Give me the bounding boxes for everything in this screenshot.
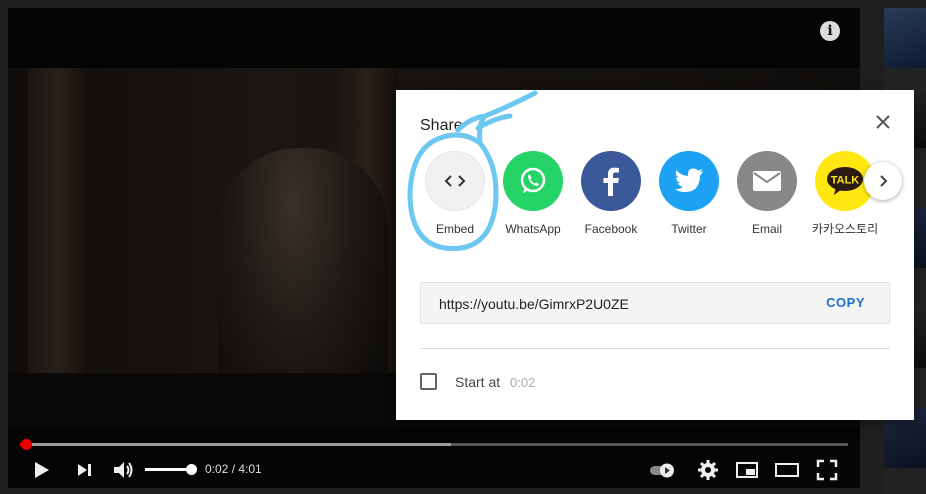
svg-text:TALK: TALK bbox=[831, 175, 860, 187]
copy-button[interactable]: COPY bbox=[826, 295, 865, 310]
annotation-circle bbox=[407, 90, 538, 251]
close-icon bbox=[876, 115, 890, 129]
volume-icon bbox=[114, 462, 133, 478]
share-twitter-button[interactable]: Twitter bbox=[650, 151, 728, 237]
chevron-right-icon bbox=[880, 175, 888, 187]
share-label-twitter: Twitter bbox=[671, 222, 707, 236]
progress-bar[interactable] bbox=[20, 443, 848, 446]
share-email-button[interactable]: Email bbox=[728, 151, 806, 237]
share-label-facebook: Facebook bbox=[584, 222, 638, 236]
next-video-button[interactable] bbox=[72, 457, 98, 483]
volume-knob[interactable] bbox=[186, 464, 197, 475]
autoplay-icon bbox=[650, 463, 674, 478]
gear-icon bbox=[698, 460, 718, 480]
email-icon bbox=[737, 151, 797, 211]
settings-button[interactable] bbox=[695, 457, 721, 483]
volume-slider[interactable] bbox=[145, 468, 191, 471]
share-label-kakaostory: 카카오스토리 bbox=[811, 222, 879, 236]
miniplayer-button[interactable] bbox=[734, 457, 760, 483]
autoplay-toggle[interactable] bbox=[648, 457, 674, 483]
close-button[interactable] bbox=[873, 112, 893, 132]
share-url-text[interactable]: https://youtu.be/GimrxP2U0ZE bbox=[439, 296, 629, 312]
theater-mode-button[interactable] bbox=[774, 457, 800, 483]
progress-buffer bbox=[20, 443, 451, 446]
share-facebook-button[interactable]: Facebook bbox=[572, 151, 650, 237]
share-label-email: Email bbox=[751, 222, 782, 236]
mute-button[interactable] bbox=[111, 457, 137, 483]
share-next-button[interactable] bbox=[864, 162, 902, 200]
start-at-label: Start at bbox=[455, 374, 501, 390]
theater-icon bbox=[775, 463, 799, 477]
start-at-checkbox[interactable] bbox=[420, 373, 437, 390]
fullscreen-button[interactable] bbox=[814, 457, 840, 483]
play-button[interactable] bbox=[28, 457, 54, 483]
twitter-icon bbox=[659, 151, 719, 211]
progress-scrubber[interactable] bbox=[21, 439, 32, 450]
player-controls: 0:02 / 4:01 bbox=[8, 452, 860, 488]
facebook-icon bbox=[581, 151, 641, 211]
start-at-time[interactable]: 0:02 bbox=[510, 375, 535, 390]
time-display: 0:02 / 4:01 bbox=[205, 462, 262, 476]
share-url-field[interactable]: https://youtu.be/GimrxP2U0ZE COPY bbox=[420, 282, 890, 324]
related-video-thumbnail[interactable] bbox=[884, 8, 926, 68]
play-icon bbox=[35, 462, 49, 478]
miniplayer-icon bbox=[736, 462, 758, 478]
skip-next-icon bbox=[78, 464, 91, 476]
fullscreen-icon bbox=[816, 459, 838, 481]
divider bbox=[420, 348, 890, 349]
info-icon[interactable]: i bbox=[820, 21, 840, 41]
